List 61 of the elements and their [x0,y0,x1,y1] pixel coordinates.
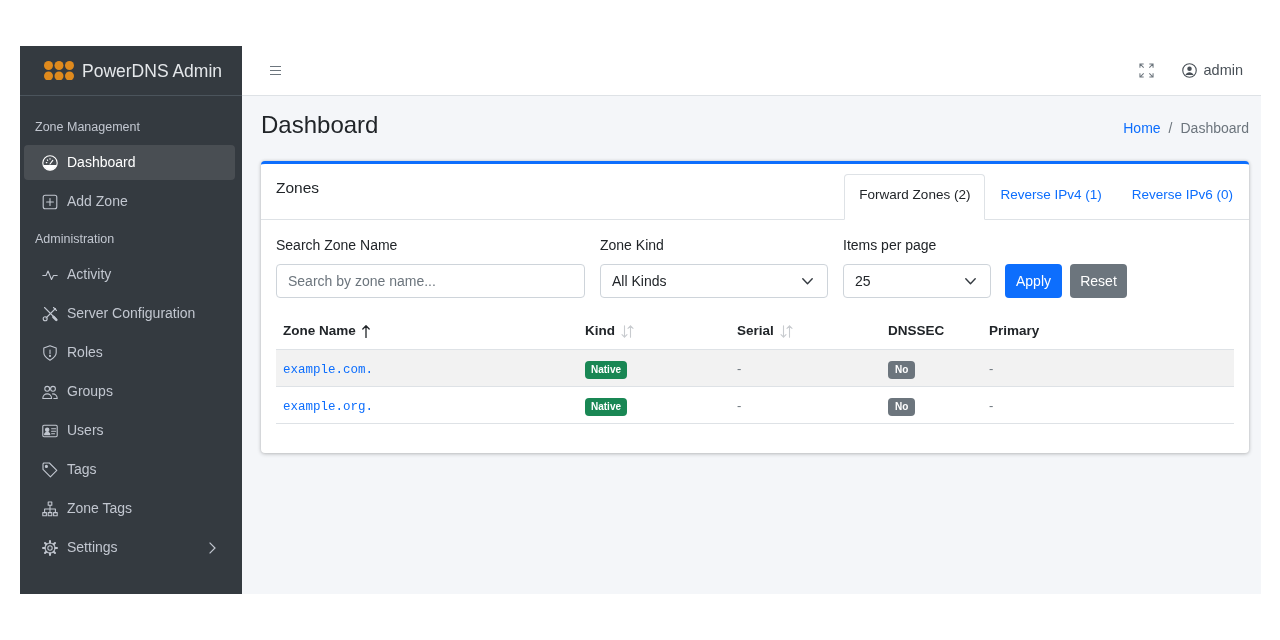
primary-value: - [989,397,994,413]
shield-icon [42,344,58,361]
menu-icon[interactable] [270,66,281,75]
page-title: Dashboard [261,110,379,140]
zone-link[interactable]: example.org. [283,399,373,414]
field-label: Items per page [843,236,937,255]
sidebar-item[interactable]: Activity [24,257,235,292]
speedometer-icon [42,154,58,171]
column-header: DNSSEC [888,322,945,341]
chevron-down-icon [802,277,813,285]
section-heading: Administration [35,231,115,248]
zone-link[interactable]: example.com. [283,362,373,377]
brand-name: PowerDNS Admin [82,59,223,82]
column-header[interactable]: Kind [585,321,634,342]
sidebar-item[interactable]: Zone Tags [24,491,235,526]
user-circle-icon [1181,63,1197,78]
tab[interactable]: Forward Zones (2) [844,174,986,220]
sidebar-item[interactable]: Settings [24,530,235,565]
sidebar-item[interactable]: Tags [24,452,235,487]
column-header[interactable]: Serial [737,321,793,342]
kind-badge: Native [585,360,627,379]
sidebar-item[interactable]: Add Zone [24,184,235,219]
people-icon [42,383,58,400]
sidebar-item[interactable]: Server Configuration [24,296,235,331]
serial-value: - [737,397,742,413]
select-field[interactable]: All Kinds [600,264,828,298]
tab[interactable]: Reverse IPv4 (1) [985,174,1117,220]
section-heading: Zone Management [35,119,140,136]
sidebar-item[interactable]: Groups [24,374,235,409]
tag-icon [42,461,58,478]
apply-button[interactable]: Apply [1005,264,1062,298]
tools-icon [42,305,58,322]
kind-badge: Native [585,397,627,416]
user-menu[interactable]: admin [1181,59,1243,82]
breadcrumb-current: Dashboard [1180,118,1249,138]
column-header[interactable]: Zone Name [283,321,370,342]
breadcrumb-separator: / [1168,118,1173,138]
breadcrumb-link[interactable]: Home [1123,117,1161,139]
serial-value: - [737,360,742,376]
column-header: Primary [989,322,1040,341]
sidebar-item[interactable]: Roles [24,335,235,370]
sidebar-item[interactable]: Dashboard [24,145,235,180]
hierarchy-icon [42,500,58,517]
id-card-icon [42,422,58,439]
dnssec-badge: No [888,397,916,416]
plus-square-icon [42,193,58,210]
fullscreen-icon[interactable] [1138,63,1154,78]
search-field[interactable]: Search by zone name... [276,264,585,298]
logo-icon [44,60,74,81]
field-label: Search Zone Name [276,236,398,255]
chevron-right-icon [209,541,216,554]
card-title: Zones [276,178,320,198]
chevron-down-icon [965,277,976,285]
reset-button[interactable]: Reset [1070,264,1127,298]
gear-icon [42,539,58,556]
sidebar-item[interactable]: Users [24,413,235,448]
select-field[interactable]: 25 [843,264,991,298]
dnssec-badge: No [888,360,916,379]
tab[interactable]: Reverse IPv6 (0) [1116,174,1248,220]
primary-value: - [989,360,994,376]
field-label: Zone Kind [600,236,664,255]
